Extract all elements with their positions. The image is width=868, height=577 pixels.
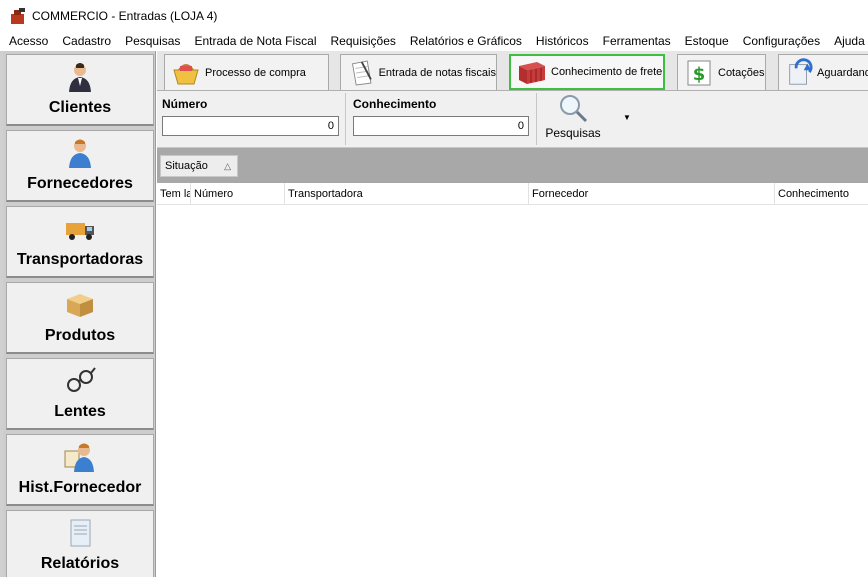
tab-label: Cotações — [718, 66, 765, 79]
tab-label: Conhecimento de frete — [551, 66, 663, 78]
magnifier-icon — [560, 95, 588, 123]
menu-relatorios-graficos[interactable]: Relatórios e Gráficos — [403, 34, 529, 48]
toolbar-separator — [536, 93, 537, 145]
sidebar-item-label: Transportadoras — [16, 251, 144, 268]
sidebar-item-clientes[interactable]: Clientes — [6, 54, 154, 126]
pesquisas-label: Pesquisas — [545, 126, 601, 140]
pesquisas-button[interactable]: Pesquisas — [543, 93, 603, 146]
person-icon — [69, 63, 91, 92]
truck-icon — [66, 223, 94, 240]
numero-input[interactable] — [162, 116, 339, 136]
menu-historicos[interactable]: Históricos — [529, 34, 596, 48]
menu-requisicoes[interactable]: Requisições — [324, 34, 403, 48]
column-label: Transportadora — [288, 188, 363, 200]
box-icon — [67, 294, 93, 317]
sidebar-item-lentes[interactable]: Lentes — [6, 358, 154, 430]
sidebar-item-label: Fornecedores — [27, 175, 133, 192]
main-panel: Processo de compra Entrada de notas fisc… — [157, 51, 868, 577]
sidebar-item-relatorios[interactable]: Relatórios — [6, 510, 154, 577]
sidebar: Clientes Fornecedores Transportadoras Pr… — [3, 51, 156, 577]
tab-cotacoes[interactable]: $ Cotações — [677, 54, 766, 90]
column-header-tem-la[interactable]: Tem la — [157, 183, 191, 205]
grid-header: Tem la Número Transportadora Fornecedor … — [157, 183, 868, 205]
title-bar: COMMERCIO - Entradas (LOJA 4) — [0, 0, 868, 31]
sidebar-item-hist-fornecedor[interactable]: Hist.Fornecedor — [6, 434, 154, 506]
tab-processo-compra[interactable]: Processo de compra — [164, 54, 329, 90]
sidebar-item-label: Relatórios — [40, 555, 120, 572]
column-header-transportadora[interactable]: Transportadora — [285, 183, 529, 205]
container-icon — [519, 62, 545, 84]
column-header-fornecedor[interactable]: Fornecedor — [529, 183, 775, 205]
toolbar-separator — [345, 93, 346, 145]
app-logo-icon — [11, 7, 25, 24]
dollar-icon: $ — [687, 60, 711, 85]
conhecimento-input[interactable] — [353, 116, 529, 136]
document-icon — [70, 519, 91, 547]
grid-body[interactable] — [157, 205, 868, 577]
window-title: COMMERCIO - Entradas (LOJA 4) — [32, 8, 218, 23]
conhecimento-label: Conhecimento — [353, 97, 437, 111]
menu-ferramentas[interactable]: Ferramentas — [596, 34, 678, 48]
glasses-icon — [67, 367, 96, 392]
group-chip-label: Situação — [165, 160, 208, 172]
tab-label: Aguardando — [817, 66, 868, 79]
sidebar-item-label: Lentes — [54, 403, 106, 420]
refresh-doc-icon — [789, 57, 813, 85]
menu-estoque[interactable]: Estoque — [678, 34, 736, 48]
menu-configuracoes[interactable]: Configurações — [736, 34, 827, 48]
tab-label: Processo de compra — [205, 66, 306, 79]
sidebar-item-transportadoras[interactable]: Transportadoras — [6, 206, 154, 278]
dropdown-arrow-icon[interactable]: ▼ — [623, 113, 631, 122]
menu-ajuda[interactable]: Ajuda — [827, 34, 868, 48]
tab-strip: Processo de compra Entrada de notas fisc… — [157, 51, 868, 91]
person-icon — [69, 139, 91, 168]
menu-pesquisas[interactable]: Pesquisas — [118, 34, 187, 48]
basket-icon — [173, 63, 199, 84]
sidebar-item-label: Produtos — [44, 327, 116, 344]
menu-bar: Acesso Cadastro Pesquisas Entrada de Not… — [0, 31, 868, 51]
sidebar-item-label: Hist.Fornecedor — [18, 479, 142, 496]
menu-cadastro[interactable]: Cadastro — [55, 34, 118, 48]
column-header-numero[interactable]: Número — [191, 183, 285, 205]
column-header-conhecimento[interactable]: Conhecimento — [775, 183, 868, 205]
sort-ascending-icon: △ — [224, 160, 231, 171]
sidebar-item-label: Clientes — [48, 99, 112, 116]
column-label: Número — [194, 188, 234, 200]
sidebar-item-produtos[interactable]: Produtos — [6, 282, 154, 354]
menu-acesso[interactable]: Acesso — [2, 34, 55, 48]
tab-label: Entrada de notas fiscais — [378, 66, 496, 79]
group-by-panel: Situação △ — [157, 148, 868, 183]
column-label: Tem la — [160, 188, 191, 200]
group-chip-situacao[interactable]: Situação △ — [160, 155, 238, 177]
menu-entrada-nota-fiscal[interactable]: Entrada de Nota Fiscal — [187, 34, 323, 48]
notepad-icon — [351, 60, 372, 85]
numero-label: Número — [162, 97, 208, 111]
svg-text:$: $ — [693, 64, 706, 85]
sidebar-item-fornecedores[interactable]: Fornecedores — [6, 130, 154, 202]
tab-entrada-notas-fiscais[interactable]: Entrada de notas fiscais — [340, 54, 497, 90]
tab-conhecimento-frete[interactable]: Conhecimento de frete — [509, 54, 665, 90]
column-label: Conhecimento — [778, 188, 849, 200]
tab-aguardando[interactable]: Aguardando — [778, 54, 868, 90]
person-card-icon — [64, 443, 94, 472]
column-label: Fornecedor — [532, 188, 589, 200]
filter-toolbar: Número Conhecimento Pesquisas ▼ — [157, 91, 868, 148]
